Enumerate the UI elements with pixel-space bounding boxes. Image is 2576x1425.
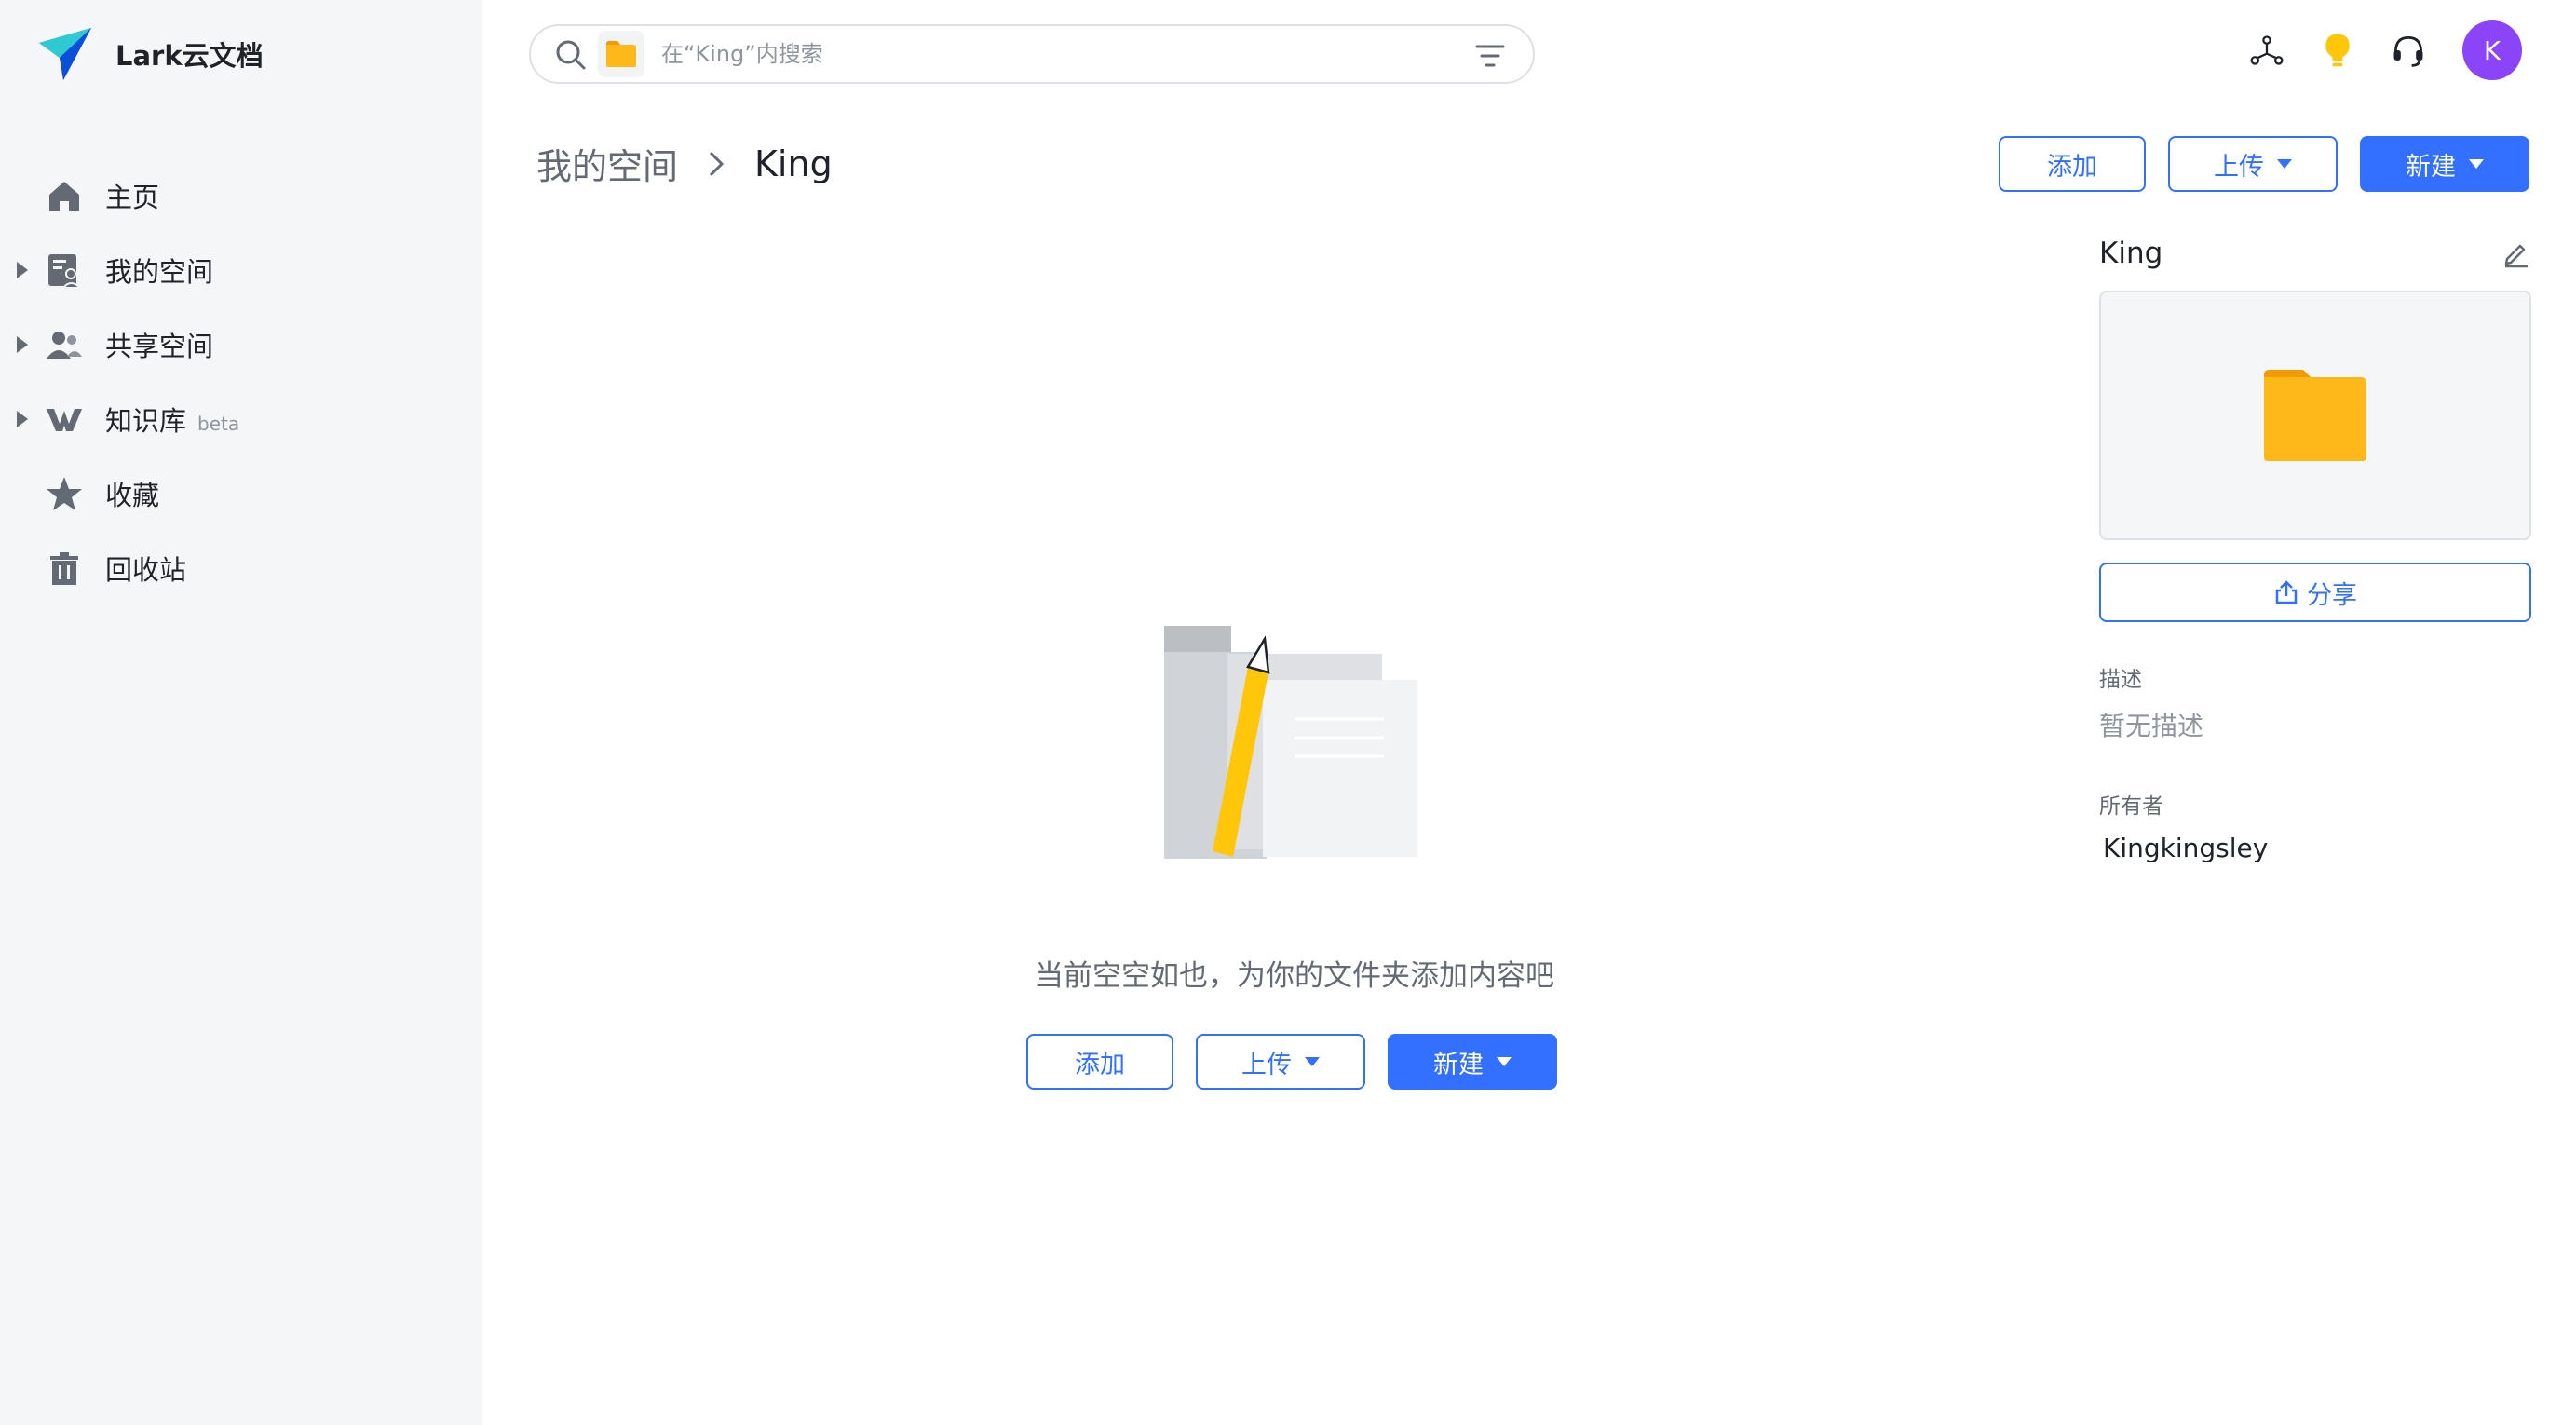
sidebar-item-home[interactable]: 主页: [0, 158, 482, 233]
sidebar-item-favorites[interactable]: 收藏: [0, 456, 482, 531]
sidebar-item-label: 收藏: [105, 480, 160, 511]
sidebar-item-label: 主页: [105, 182, 160, 213]
breadcrumb-root[interactable]: 我的空间: [536, 138, 678, 189]
network-icon[interactable]: [2246, 30, 2287, 71]
my-space-icon: [45, 251, 84, 290]
sidebar-item-label: 我的空间: [105, 256, 214, 288]
search-icon: [556, 40, 586, 70]
filter-icon[interactable]: [1473, 39, 1507, 73]
shared-space-icon: [45, 325, 84, 364]
expand-caret-icon[interactable]: [17, 411, 28, 428]
expand-caret-icon[interactable]: [17, 336, 28, 353]
sidebar-item-label: 知识库: [105, 405, 187, 437]
search-scope-folder-icon[interactable]: [598, 31, 644, 77]
empty-upload-button[interactable]: 上传: [1196, 1034, 1365, 1090]
expand-caret-icon[interactable]: [17, 262, 28, 278]
empty-new-button[interactable]: 新建: [1388, 1034, 1557, 1090]
wiki-icon: [45, 400, 84, 439]
folder-details-panel: King 分享 描述 暂无描述 所有者 Kingkingsley: [2099, 233, 2531, 863]
empty-state-message: 当前空空如也，为你的文件夹添加内容吧: [1035, 959, 1554, 993]
sidebar-item-trash[interactable]: 回收站: [0, 531, 482, 605]
chevron-down-icon: [1497, 1057, 1512, 1066]
sidebar: Lark云文档 主页 我的空间 共享空间 知识库 beta 收藏 回收站: [0, 0, 482, 1425]
share-icon: [2275, 580, 2298, 604]
chevron-right-icon: [709, 151, 725, 176]
beta-badge: beta: [197, 413, 240, 435]
description-label: 描述: [2099, 668, 2142, 692]
user-avatar[interactable]: K: [2462, 20, 2522, 80]
bulb-icon[interactable]: [2317, 30, 2358, 71]
edit-icon[interactable]: [2501, 238, 2531, 268]
share-button[interactable]: 分享: [2099, 563, 2531, 622]
search-input[interactable]: [661, 41, 1406, 67]
trash-icon: [45, 549, 84, 588]
headset-icon[interactable]: [2388, 30, 2429, 71]
folder-name: King: [2099, 237, 2163, 270]
sidebar-item-label: 回收站: [105, 554, 187, 586]
lark-logo-icon: [39, 28, 91, 80]
breadcrumb-current: King: [754, 142, 833, 184]
breadcrumb: 我的空间 King: [536, 138, 833, 189]
toolbar: 添加 上传 新建: [1976, 136, 2529, 192]
star-icon: [45, 474, 84, 513]
sidebar-item-label: 共享空间: [105, 331, 214, 362]
chevron-down-icon: [2469, 159, 2484, 169]
sidebar-nav: 主页 我的空间 共享空间 知识库 beta 收藏 回收站: [0, 158, 482, 605]
upload-button[interactable]: 上传: [2168, 136, 2338, 192]
home-icon: [45, 176, 84, 215]
folder-icon: [2264, 370, 2366, 461]
empty-add-button[interactable]: 添加: [1026, 1034, 1173, 1090]
sidebar-item-wiki[interactable]: 知识库 beta: [0, 382, 482, 456]
description-value: 暂无描述: [2099, 711, 2204, 741]
app-title: Lark云文档: [115, 40, 264, 72]
chevron-down-icon: [1305, 1057, 1320, 1066]
chevron-down-icon: [2277, 159, 2292, 169]
empty-folder-illustration: [1164, 626, 1417, 859]
owner-label: 所有者: [2099, 794, 2163, 819]
sidebar-item-shared-space[interactable]: 共享空间: [0, 307, 482, 382]
add-button[interactable]: 添加: [1999, 136, 2146, 192]
owner-value[interactable]: Kingkingsley: [2103, 833, 2531, 863]
sidebar-item-my-space[interactable]: 我的空间: [0, 233, 482, 307]
app-logo[interactable]: Lark云文档: [35, 24, 264, 84]
new-button[interactable]: 新建: [2360, 136, 2529, 192]
empty-state-actions: 添加 上传 新建: [1026, 1034, 1579, 1090]
search-bar[interactable]: [529, 24, 1535, 84]
header-actions: K: [2217, 20, 2522, 80]
folder-preview: [2099, 291, 2531, 540]
